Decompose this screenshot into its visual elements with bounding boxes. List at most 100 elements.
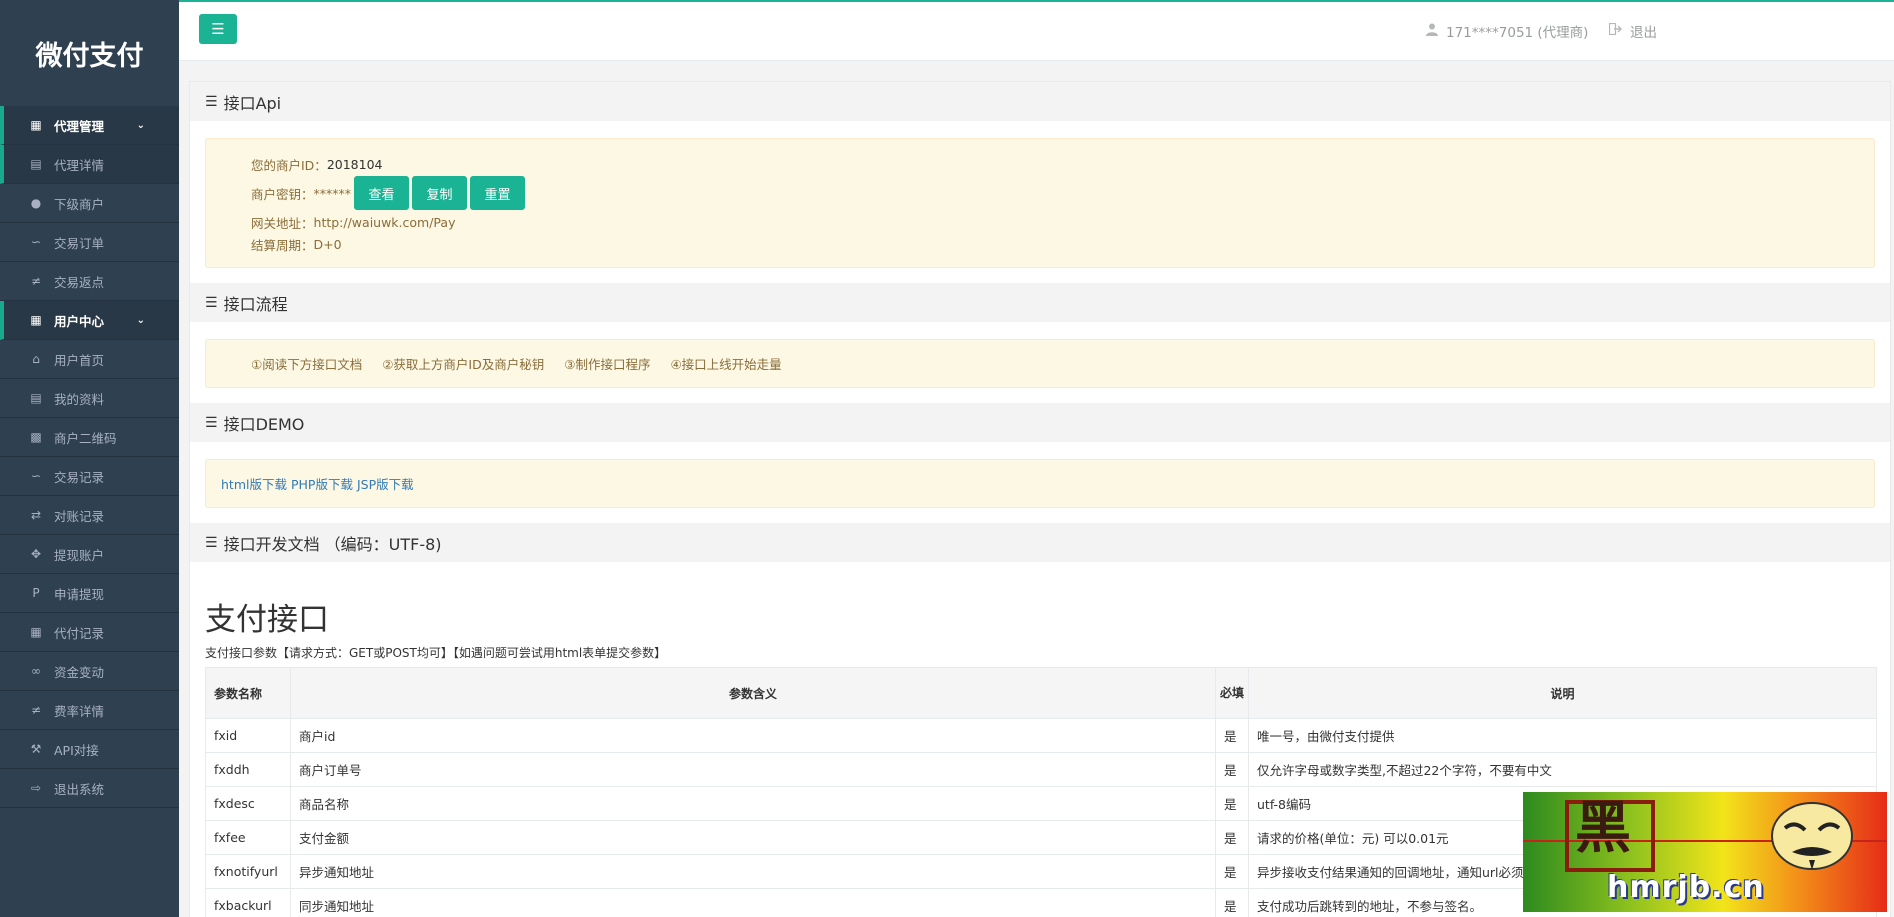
sidebar-item[interactable]: P 申请提现: [0, 574, 179, 613]
merchant-secret-label: 商户密钥：: [251, 186, 314, 202]
exchange-icon: ⇄: [30, 508, 42, 522]
demo-panel-header: ☰ 接口DEMO: [190, 403, 1890, 442]
col-required: 必填: [1215, 667, 1249, 719]
watermark-url: hmrjb.cn: [1607, 870, 1765, 905]
flow-step: ③制作接口程序: [564, 357, 651, 372]
sidebar-item[interactable]: ⚒ API对接: [0, 730, 179, 769]
table-row: fxddh 商户订单号是仅允许字母或数字类型,不超过22个字符，不要有中文: [205, 752, 1877, 787]
required-cell: 是: [1215, 752, 1249, 787]
cycle-label: 结算周期：: [251, 237, 314, 253]
user-info[interactable]: 171****7051 (代理商): [1426, 21, 1588, 41]
gateway-label: 网关地址：: [251, 215, 314, 231]
flow-panel-header: ☰ 接口流程: [190, 283, 1890, 322]
menu-toggle-button[interactable]: ☰: [199, 14, 237, 44]
required-cell: 是: [1215, 786, 1249, 821]
id-card-icon: ▤: [30, 391, 42, 405]
sidebar-item-label: 交易返点: [54, 274, 105, 290]
cycle-value: D+0: [313, 236, 342, 252]
sidebar-item[interactable]: ▤ 代理详情: [0, 145, 179, 184]
qrcode-icon: ▩: [30, 430, 42, 444]
sidebar-item-label: 用户中心: [54, 313, 105, 329]
arrows-icon: ✥: [30, 547, 42, 561]
param-meaning-cell: 支付金额: [290, 820, 1216, 855]
sidebar-item[interactable]: ▦ 用户中心 ⌄: [0, 301, 179, 340]
sidebar-nav: ▦ 代理管理 ⌄ ▤ 代理详情 ● 下级商户 ∽ 交易订单 ≠ 交易返点 ▦ 用户中心 ⌄ ⌂ 用户首页 ▤ 我的…: [0, 106, 179, 808]
col-description: 说明: [1248, 667, 1877, 719]
logout-link[interactable]: 退出: [1608, 21, 1657, 41]
doc-heading: 支付接口: [205, 601, 329, 638]
sidebar-item[interactable]: ▩ 商户二维码: [0, 418, 179, 457]
sidebar-item[interactable]: ✥ 提现账户: [0, 535, 179, 574]
param-name-cell: fxdesc: [205, 786, 291, 821]
sidebar-item-label: API对接: [54, 742, 99, 758]
view-secret-button[interactable]: 查看: [354, 176, 410, 210]
strikethrough-icon: ≠: [30, 703, 42, 717]
required-cell: 是: [1215, 854, 1249, 889]
demo-link-jsp[interactable]: JSP版下载: [357, 474, 414, 493]
sidebar-item[interactable]: ▦ 代理管理 ⌄: [0, 106, 179, 145]
sidebar-item[interactable]: ⇄ 对账记录: [0, 496, 179, 535]
api-panel-title: 接口Api: [223, 93, 282, 113]
app-logo[interactable]: 微付支付: [0, 0, 179, 106]
merchant-id-row: 您的商户ID： 2018104: [251, 153, 1874, 175]
param-name-cell: fxid: [205, 718, 291, 753]
copy-secret-button[interactable]: 复制: [412, 176, 468, 210]
param-name-cell: fxfee: [205, 820, 291, 855]
gateway-url: http://waiuwk.com/Pay: [313, 214, 456, 230]
param-name-cell: fxbackurl: [205, 888, 291, 917]
cycle-row: 结算周期： D+0: [251, 233, 1874, 255]
demo-links: html版下载 PHP版下载 JSP版下载: [205, 459, 1875, 508]
watermark-logo: 黑 hmrjb.cn: [1523, 792, 1887, 912]
table-row: fxid 商户id 是唯一号，由微付支付提供: [205, 718, 1877, 753]
flow-panel-body: ①阅读下方接口文档 ②获取上方商户ID及商户秘钥 ③制作接口程序 ④接口上线开始…: [190, 339, 1890, 403]
list-icon: ☰: [205, 534, 218, 551]
list-icon: ☰: [205, 414, 218, 431]
list-icon: ☰: [205, 294, 218, 311]
calculator-icon: ▦: [30, 625, 42, 639]
sidebar-item-label: 资金变动: [54, 664, 105, 680]
api-info-box: 您的商户ID： 2018104 商户密钥： ****** 查看 复制 重置 网关…: [205, 138, 1875, 268]
docs-panel-header: ☰ 接口开发文档 （编码：UTF-8): [190, 523, 1890, 562]
sidebar-item[interactable]: ∽ 交易记录: [0, 457, 179, 496]
sidebar-item[interactable]: ⇨ 退出系统: [0, 769, 179, 808]
line-chart-icon: ∽: [30, 235, 42, 249]
sidebar-item-label: 费率详情: [54, 703, 105, 719]
sidebar: 微付支付 ▦ 代理管理 ⌄ ▤ 代理详情 ● 下级商户 ∽ 交易订单 ≠ 交易返点 ▦ 用户中心 ⌄ ⌂ 用户…: [0, 0, 179, 917]
sidebar-item[interactable]: ≠ 费率详情: [0, 691, 179, 730]
param-meaning-cell: 商户订单号: [290, 752, 1216, 787]
api-panel-body: 您的商户ID： 2018104 商户密钥： ****** 查看 复制 重置 网关…: [190, 138, 1890, 283]
flow-step: ④接口上线开始走量: [670, 357, 782, 372]
watermark-mark: 黑: [1575, 795, 1631, 861]
reset-secret-button[interactable]: 重置: [470, 176, 526, 210]
bars-icon: ☰: [211, 20, 225, 38]
demo-link-php[interactable]: PHP版下载: [291, 474, 353, 493]
list-icon: ☰: [205, 93, 218, 110]
sidebar-item[interactable]: ▤ 我的资料: [0, 379, 179, 418]
sign-out-icon: [1608, 22, 1622, 39]
sidebar-item-label: 商户二维码: [54, 430, 117, 446]
sidebar-item-label: 提现账户: [54, 547, 105, 563]
sidebar-item[interactable]: ∞ 资金变动: [0, 652, 179, 691]
wrench-icon: ⚒: [30, 742, 42, 756]
home-icon: ⌂: [32, 352, 40, 366]
sidebar-item[interactable]: ▦ 代付记录: [0, 613, 179, 652]
sidebar-item-label: 代理详情: [54, 157, 105, 173]
line-chart-icon: ∽: [30, 469, 42, 483]
param-meaning-cell: 同步通知地址: [290, 888, 1216, 917]
sidebar-item-label: 代付记录: [54, 625, 105, 641]
required-cell: 是: [1215, 820, 1249, 855]
sidebar-item-label: 交易记录: [54, 469, 105, 485]
sidebar-item-label: 对账记录: [54, 508, 105, 524]
description-cell: 仅允许字母或数字类型,不超过22个字符，不要有中文: [1248, 752, 1877, 787]
demo-panel-title: 接口DEMO: [223, 414, 305, 434]
merchant-secret-row: 商户密钥： ****** 查看 复制 重置: [251, 175, 1874, 211]
sidebar-item[interactable]: ⌂ 用户首页: [0, 340, 179, 379]
sidebar-item[interactable]: ≠ 交易返点: [0, 262, 179, 301]
chevron-down-icon: ⌄: [136, 119, 145, 131]
docs-panel-title: 接口开发文档 （编码：UTF-8): [223, 534, 442, 554]
param-meaning-cell: 商品名称: [290, 786, 1216, 821]
demo-link-html[interactable]: html版下载: [221, 474, 287, 493]
merchant-id-label: 您的商户ID：: [251, 157, 327, 173]
sidebar-item[interactable]: ● 下级商户: [0, 184, 179, 223]
sidebar-item[interactable]: ∽ 交易订单: [0, 223, 179, 262]
